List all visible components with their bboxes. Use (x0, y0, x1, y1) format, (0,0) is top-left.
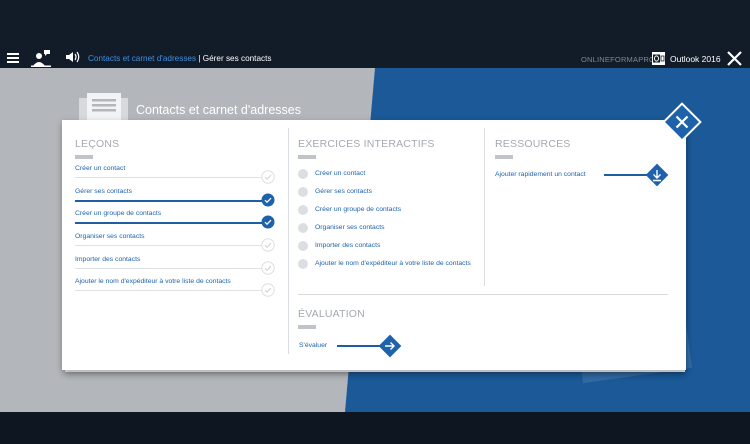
check-circle-icon (261, 170, 275, 184)
exercise-status-dot (298, 187, 308, 197)
outlook-icon (652, 52, 665, 65)
lesson-item[interactable]: Importer des contacts (75, 256, 275, 275)
lesson-label: Gérer ses contacts (75, 188, 133, 195)
exercise-status-dot (298, 223, 308, 233)
breadcrumb-current: Gérer ses contacts (202, 54, 272, 63)
exercise-label: Organiser ses contacts (315, 224, 385, 231)
section-divider (298, 294, 668, 295)
exercise-label: Ajouter le nom d'expéditeur à votre list… (315, 260, 471, 267)
evaluation-connector-line (337, 345, 381, 347)
lesson-item[interactable]: Ajouter le nom d'expéditeur à votre list… (75, 278, 275, 297)
breadcrumb-separator: | (196, 54, 203, 63)
lesson-label: Créer un contact (75, 165, 126, 172)
lesson-label: Ajouter le nom d'expéditeur à votre list… (75, 278, 231, 285)
lesson-label: Créer un groupe de contacts (75, 210, 162, 217)
exercise-status-dot (298, 259, 308, 269)
check-circle-icon (261, 215, 275, 229)
lesson-progress-line (75, 290, 265, 291)
check-circle-icon (261, 261, 275, 275)
lesson-item[interactable]: Créer un groupe de contacts (75, 210, 275, 229)
exercises-title: EXERCICES INTERACTIFS (298, 138, 435, 150)
exercise-label: Gérer ses contacts (315, 188, 373, 195)
exercise-label: Créer un groupe de contacts (315, 206, 402, 213)
resource-connector-line (604, 174, 650, 176)
check-circle-icon (261, 283, 275, 297)
resources-title: RESSOURCES (495, 138, 571, 150)
close-icon[interactable] (661, 101, 703, 143)
evaluation-title: ÉVALUATION (298, 308, 365, 320)
exercise-label: Créer un contact (315, 170, 366, 177)
exercise-status-dot (298, 205, 308, 215)
download-icon[interactable] (645, 163, 669, 187)
lesson-item[interactable]: Gérer ses contacts (75, 188, 275, 207)
resource-label: Ajouter rapidement un contact (495, 171, 586, 178)
check-circle-icon (261, 193, 275, 207)
lesson-progress-line (75, 177, 265, 178)
breadcrumb-link[interactable]: Contacts et carnet d'adresses (88, 54, 196, 63)
breadcrumb: Contacts et carnet d'adresses | Gérer se… (88, 54, 271, 63)
lesson-progress-line (75, 221, 265, 224)
speaker-icon[interactable] (64, 50, 80, 64)
lessons-title: LEÇONS (75, 138, 120, 150)
lesson-label: Organiser ses contacts (75, 233, 145, 240)
lessons-title-bar (75, 155, 93, 159)
top-bar: Contacts et carnet d'adresses | Gérer se… (0, 0, 750, 68)
exercises-title-bar (298, 155, 316, 159)
document-stack-icon (79, 93, 128, 120)
lesson-progress-line (75, 199, 265, 202)
user-chat-icon[interactable] (31, 49, 51, 67)
evaluation-title-bar (298, 325, 316, 329)
column-divider (484, 128, 485, 286)
brand-name: ONLINEFORMAPRO (581, 55, 656, 64)
lesson-item[interactable]: Organiser ses contacts (75, 233, 275, 252)
lesson-progress-line (75, 245, 265, 246)
column-divider (288, 128, 289, 354)
lesson-item[interactable]: Créer un contact (75, 165, 275, 184)
exercise-status-dot (298, 241, 308, 251)
exercise-label: Importer des contacts (315, 242, 381, 249)
exercise-status-dot (298, 169, 308, 179)
module-title: Contacts et carnet d'adresses (136, 103, 301, 117)
lesson-label: Importer des contacts (75, 256, 141, 263)
arrow-right-icon[interactable] (378, 334, 402, 358)
close-icon[interactable] (727, 51, 742, 66)
resources-title-bar (495, 155, 513, 159)
check-circle-icon (261, 238, 275, 252)
product-name: Outlook 2016 (670, 54, 721, 64)
bottom-bar (0, 412, 750, 444)
evaluate-link[interactable]: S'évaluer (299, 342, 327, 349)
lesson-progress-line (75, 268, 265, 269)
hamburger-menu-icon[interactable] (7, 53, 19, 63)
